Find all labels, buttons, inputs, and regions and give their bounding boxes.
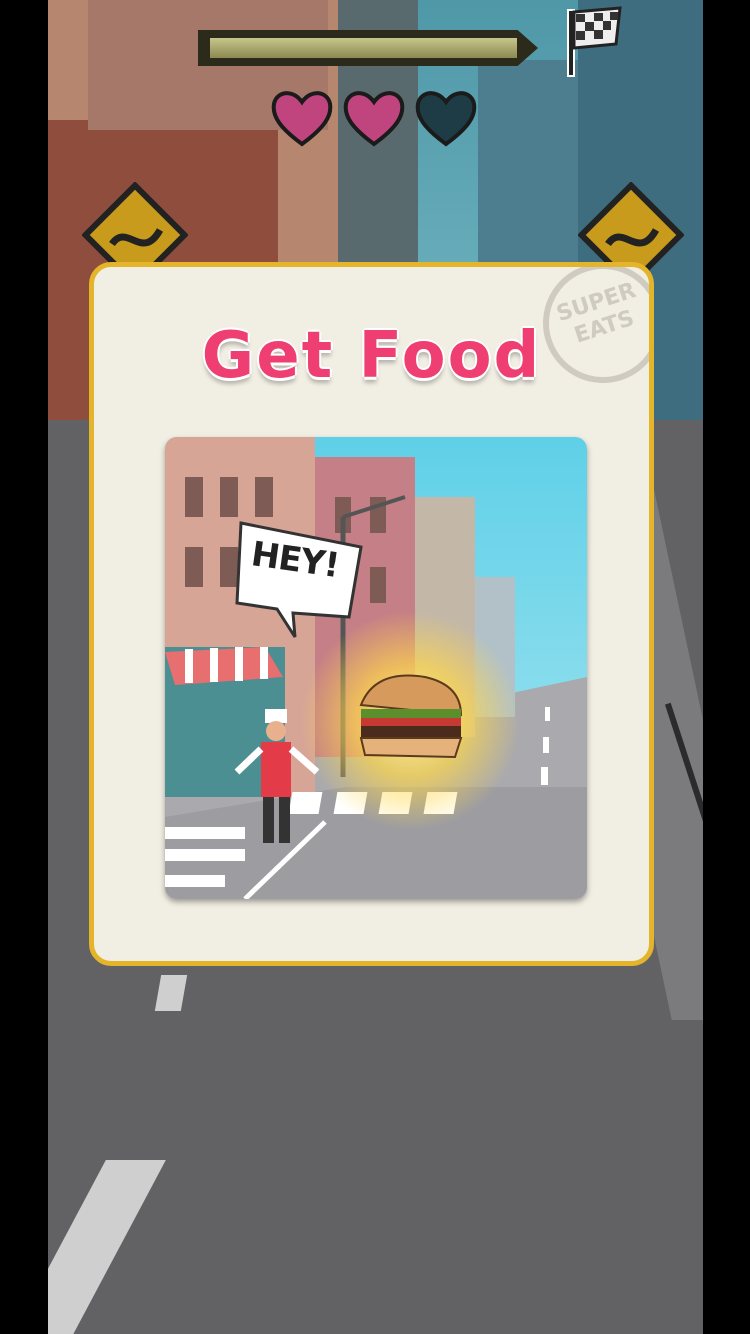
finish-flag-icon — [567, 6, 622, 77]
heart-full-icon — [271, 91, 333, 147]
burger-icon — [359, 674, 463, 759]
tutorial-card[interactable]: SUPER EATS Get Food HEY! — [89, 262, 654, 966]
lives-hearts — [270, 86, 486, 150]
heart-full-icon — [343, 91, 405, 147]
tutorial-title: Get Food — [201, 319, 542, 393]
tutorial-illustration: HEY! — [165, 437, 587, 899]
progress-fill — [210, 38, 517, 58]
illustration-scene — [165, 437, 587, 899]
level-progress-bar — [198, 30, 554, 66]
heart-empty-icon — [415, 91, 477, 147]
